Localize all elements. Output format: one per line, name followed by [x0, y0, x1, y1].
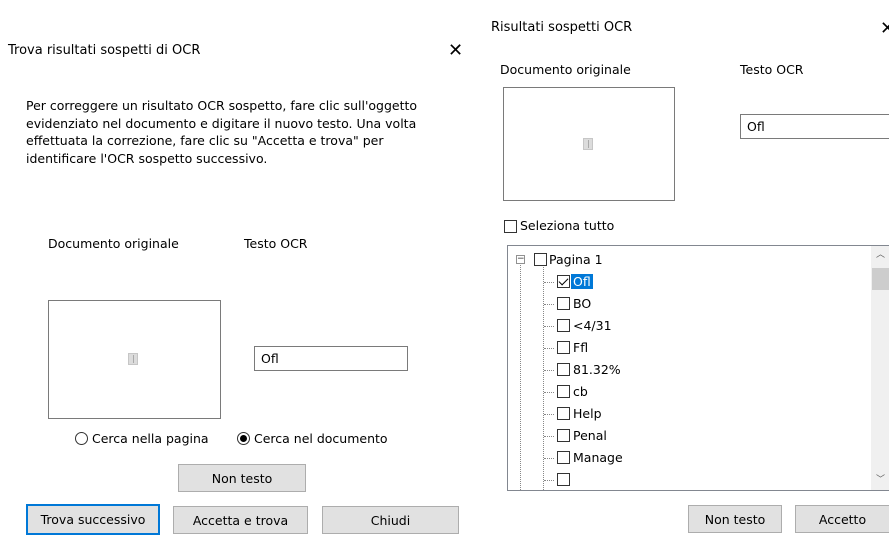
tree-checkbox[interactable]: [557, 451, 570, 464]
tree-connector: [544, 414, 554, 415]
tree-connector: [544, 370, 554, 371]
tree-checkbox[interactable]: [557, 385, 570, 398]
tree-connector: [544, 326, 554, 327]
tree-root-row[interactable]: − Pagina 1: [508, 250, 868, 270]
ocr-text-label: Testo OCR: [244, 236, 308, 251]
close-button[interactable]: Chiudi: [322, 506, 459, 534]
tree-connector: [544, 392, 554, 393]
document-snippet-icon: [583, 138, 593, 150]
tree-item-label: Ffl: [573, 340, 589, 355]
search-document-label[interactable]: Cerca nel documento: [254, 431, 388, 446]
tree-connector: [544, 436, 554, 437]
tree-scrollbar[interactable]: ︿ ﹀: [871, 246, 889, 490]
close-icon[interactable]: ✕: [880, 20, 889, 38]
tree-item[interactable]: Manage: [508, 448, 868, 468]
instructions-line: effettuata la correzione, fare clic su "…: [26, 133, 384, 148]
tree-item[interactable]: BO: [508, 294, 868, 314]
scrollbar-thumb[interactable]: [872, 268, 889, 290]
scroll-up-icon[interactable]: ︿: [876, 251, 885, 260]
tree-item[interactable]: Help: [508, 404, 868, 424]
tree-connector: [544, 282, 554, 283]
tree-checkbox[interactable]: [534, 253, 547, 266]
original-document-label: Documento originale: [48, 236, 179, 251]
instructions-line: Per correggere un risultato OCR sospetto…: [26, 98, 418, 113]
tree-checkbox[interactable]: [557, 319, 570, 332]
tree-item-label: <4/31: [573, 318, 612, 333]
tree-connector: [544, 304, 554, 305]
tree-checkbox[interactable]: [557, 341, 570, 354]
tree-item-label: 81.32%: [573, 362, 621, 377]
instructions-line: evidenziato nel documento e digitare il …: [26, 115, 417, 131]
close-icon[interactable]: ✕: [448, 42, 463, 60]
search-page-radio[interactable]: [75, 432, 88, 445]
accept-button[interactable]: Accetto: [795, 505, 889, 533]
tree-checkbox[interactable]: [557, 429, 570, 442]
select-all-checkbox[interactable]: [504, 220, 517, 233]
not-text-button[interactable]: Non testo: [178, 464, 306, 492]
scroll-down-icon[interactable]: ﹀: [876, 476, 885, 485]
accept-and-find-button[interactable]: Accetta e trova: [173, 506, 308, 534]
tree-item-label: Ofl: [571, 274, 593, 289]
select-all-label[interactable]: Seleziona tutto: [520, 218, 614, 233]
tree-item-label: Help: [573, 406, 602, 421]
original-document-preview: [503, 87, 675, 201]
not-text-button[interactable]: Non testo: [688, 505, 782, 533]
ocr-text-input[interactable]: [740, 114, 889, 139]
search-document-radio[interactable]: [237, 432, 250, 445]
original-document-preview: [48, 300, 221, 419]
tree-item-label: Manage: [573, 450, 623, 465]
tree-connector: [544, 480, 554, 481]
tree-checkbox[interactable]: [557, 297, 570, 310]
tree-connector: [544, 348, 554, 349]
tree-item-partial[interactable]: [508, 470, 868, 490]
ocr-text-input[interactable]: [254, 346, 408, 371]
original-document-label: Documento originale: [500, 62, 631, 77]
tree-connector: [544, 458, 554, 459]
collapse-icon[interactable]: −: [516, 255, 525, 264]
document-snippet-icon: [128, 353, 138, 365]
tree-checkbox[interactable]: [557, 473, 570, 486]
instructions-line: identificare l'OCR sospetto successivo.: [26, 150, 268, 166]
tree-item[interactable]: 81.32%: [508, 360, 868, 380]
tree-item-label: cb: [573, 384, 588, 399]
tree-item[interactable]: Penal: [508, 426, 868, 446]
search-page-label[interactable]: Cerca nella pagina: [92, 431, 209, 446]
tree-root-label: Pagina 1: [549, 252, 603, 267]
tree-checkbox[interactable]: [557, 363, 570, 376]
tree-item-label: BO: [573, 296, 592, 311]
tree-item-label: Penal: [573, 428, 607, 443]
right-dialog-title: Risultati sospetti OCR: [491, 20, 633, 35]
left-dialog-title: Trova risultati sospetti di OCR: [8, 43, 201, 58]
suspect-results-tree[interactable]: − Pagina 1 Ofl BO <4/31 Ffl 81.32% cb He…: [507, 245, 889, 491]
tree-item[interactable]: <4/31: [508, 316, 868, 336]
tree-item[interactable]: Ofl: [508, 272, 868, 292]
tree-item[interactable]: Ffl: [508, 338, 868, 358]
ocr-text-label: Testo OCR: [740, 62, 804, 77]
find-next-button[interactable]: Trova successivo: [26, 504, 160, 535]
tree-item[interactable]: cb: [508, 382, 868, 402]
tree-checkbox[interactable]: [557, 407, 570, 420]
instructions-text: Per correggere un risultato OCR sospetto…: [26, 97, 417, 167]
tree-checkbox[interactable]: [557, 275, 570, 288]
